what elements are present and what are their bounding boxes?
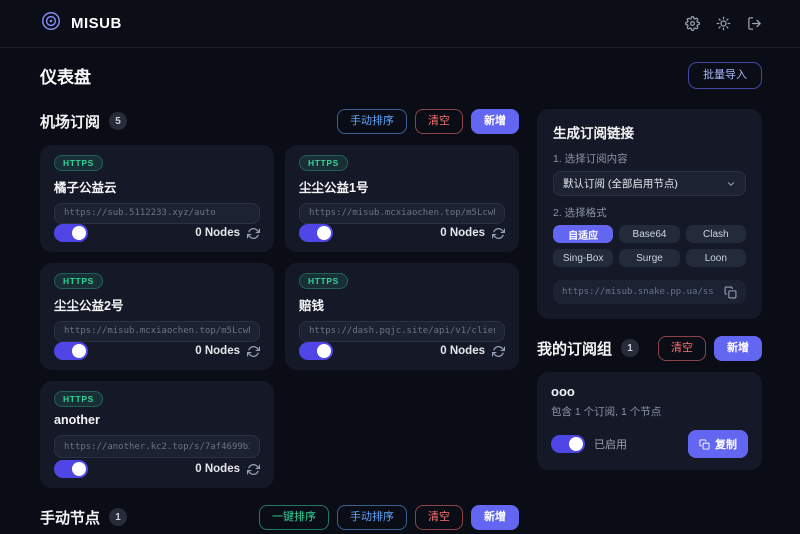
subscription-card: HTTPS 尘尘公益1号 0 Nodes (285, 145, 519, 252)
subscription-url-input[interactable] (299, 321, 505, 342)
manual-sort-nodes-button[interactable]: 手动排序 (337, 505, 407, 530)
node-count: 0 Nodes (440, 345, 485, 357)
manual-nodes-section: 手动节点 1 一键排序 手动排序 清空 新增 (40, 505, 519, 529)
format-button-clash[interactable]: Clash (686, 225, 746, 243)
subscription-card: HTTPS 赔钱 0 Nodes (285, 263, 519, 370)
clear-subscriptions-button[interactable]: 清空 (415, 109, 463, 134)
subscription-name: 赔钱 (299, 295, 505, 313)
format-button-singbox[interactable]: Sing-Box (553, 249, 613, 267)
enable-toggle[interactable] (299, 342, 333, 360)
refresh-icon[interactable] (492, 345, 505, 358)
format-button-loon[interactable]: Loon (686, 249, 746, 267)
groups-count-badge: 1 (621, 339, 639, 357)
format-button-base64[interactable]: Base64 (619, 225, 679, 243)
group-name: ooo (551, 384, 748, 399)
settings-gear-icon[interactable] (684, 16, 700, 32)
groups-section: 我的订阅组 1 清空 新增 (537, 336, 762, 360)
protocol-badge: HTTPS (54, 155, 103, 171)
subscriptions-count-badge: 5 (109, 112, 127, 130)
right-sidebar: 生成订阅链接 1. 选择订阅内容 默认订阅 (全部启用节点) 2. 选择格式 自… (537, 109, 762, 470)
group-enabled-label: 已启用 (594, 436, 627, 452)
add-node-button[interactable]: 新增 (471, 505, 519, 530)
groups-title: 我的订阅组 (537, 338, 612, 359)
manual-nodes-count-badge: 1 (109, 508, 127, 526)
quick-sort-button[interactable]: 一键排序 (259, 505, 329, 530)
top-navbar: MISUB (0, 0, 800, 48)
protocol-badge: HTTPS (299, 155, 348, 171)
refresh-icon[interactable] (247, 227, 260, 240)
subscription-url-input[interactable] (54, 321, 260, 342)
subscription-url-input[interactable] (299, 203, 505, 224)
generated-link: https://misub.snake.pp.ua/ss (562, 287, 718, 297)
copy-icon (699, 439, 710, 450)
enable-toggle[interactable] (299, 224, 333, 242)
subscription-url-input[interactable] (54, 435, 260, 458)
subscriptions-title: 机场订阅 (40, 111, 100, 132)
subscription-cards-grid: HTTPS 橘子公益云 0 Nodes HTTPS 尘尘公益1号 (40, 145, 519, 488)
copy-link-icon[interactable] (724, 286, 737, 299)
clear-groups-button[interactable]: 清空 (658, 336, 706, 361)
subscription-name: another (54, 413, 260, 427)
node-count: 0 Nodes (195, 227, 240, 239)
select-value: 默认订阅 (全部启用节点) (563, 176, 678, 191)
subscription-name: 尘尘公益1号 (299, 177, 505, 195)
step1-label: 1. 选择订阅内容 (553, 151, 746, 166)
page-title: 仪表盘 (40, 63, 91, 88)
subscription-name: 尘尘公益2号 (54, 295, 260, 313)
enable-toggle[interactable] (54, 460, 88, 478)
protocol-badge: HTTPS (54, 273, 103, 289)
misub-logo-icon (40, 10, 62, 37)
link-generator-panel: 生成订阅链接 1. 选择订阅内容 默认订阅 (全部启用节点) 2. 选择格式 自… (537, 109, 762, 319)
logout-icon[interactable] (746, 16, 762, 32)
batch-import-button[interactable]: 批量导入 (688, 62, 762, 89)
group-copy-button[interactable]: 复制 (688, 430, 748, 458)
generator-title: 生成订阅链接 (553, 122, 746, 142)
subscription-card: HTTPS another 0 Nodes (40, 381, 274, 488)
format-buttons: 自适应 Base64 Clash Sing-Box Surge Loon (553, 225, 746, 267)
enable-toggle[interactable] (54, 342, 88, 360)
clear-nodes-button[interactable]: 清空 (415, 505, 463, 530)
brand: MISUB (40, 10, 122, 37)
add-subscription-button[interactable]: 新增 (471, 109, 519, 134)
format-button-adaptive[interactable]: 自适应 (553, 225, 613, 243)
add-group-button[interactable]: 新增 (714, 336, 762, 361)
enable-toggle[interactable] (54, 224, 88, 242)
subscription-name: 橘子公益云 (54, 177, 260, 195)
subscriptions-section: 机场订阅 5 手动排序 清空 新增 HTTPS 橘子公益云 0 Nodes (40, 109, 519, 529)
main-content: 仪表盘 批量导入 机场订阅 5 手动排序 清空 新增 HTTPS 橘子公益云 (0, 48, 800, 529)
subscription-url-input[interactable] (54, 203, 260, 224)
manual-nodes-title: 手动节点 (40, 507, 100, 528)
generated-link-box: https://misub.snake.pp.ua/ss (553, 280, 746, 304)
step2-label: 2. 选择格式 (553, 205, 746, 220)
refresh-icon[interactable] (492, 227, 505, 240)
subscription-content-select[interactable]: 默认订阅 (全部启用节点) (553, 171, 746, 196)
node-count: 0 Nodes (440, 227, 485, 239)
group-description: 包含 1 个订阅, 1 个节点 (551, 404, 748, 419)
brand-name: MISUB (71, 15, 122, 32)
node-count: 0 Nodes (195, 463, 240, 475)
refresh-icon[interactable] (247, 345, 260, 358)
theme-toggle-sun-icon[interactable] (715, 16, 731, 32)
manual-sort-button[interactable]: 手动排序 (337, 109, 407, 134)
format-button-surge[interactable]: Surge (619, 249, 679, 267)
group-card: ooo 包含 1 个订阅, 1 个节点 已启用 复制 (537, 372, 762, 470)
chevron-down-icon (726, 179, 736, 189)
node-count: 0 Nodes (195, 345, 240, 357)
navbar-actions (684, 16, 762, 32)
refresh-icon[interactable] (247, 463, 260, 476)
protocol-badge: HTTPS (299, 273, 348, 289)
subscription-card: HTTPS 尘尘公益2号 0 Nodes (40, 263, 274, 370)
protocol-badge: HTTPS (54, 391, 103, 407)
group-enable-toggle[interactable] (551, 435, 585, 453)
group-copy-label: 复制 (715, 436, 737, 452)
subscription-card: HTTPS 橘子公益云 0 Nodes (40, 145, 274, 252)
